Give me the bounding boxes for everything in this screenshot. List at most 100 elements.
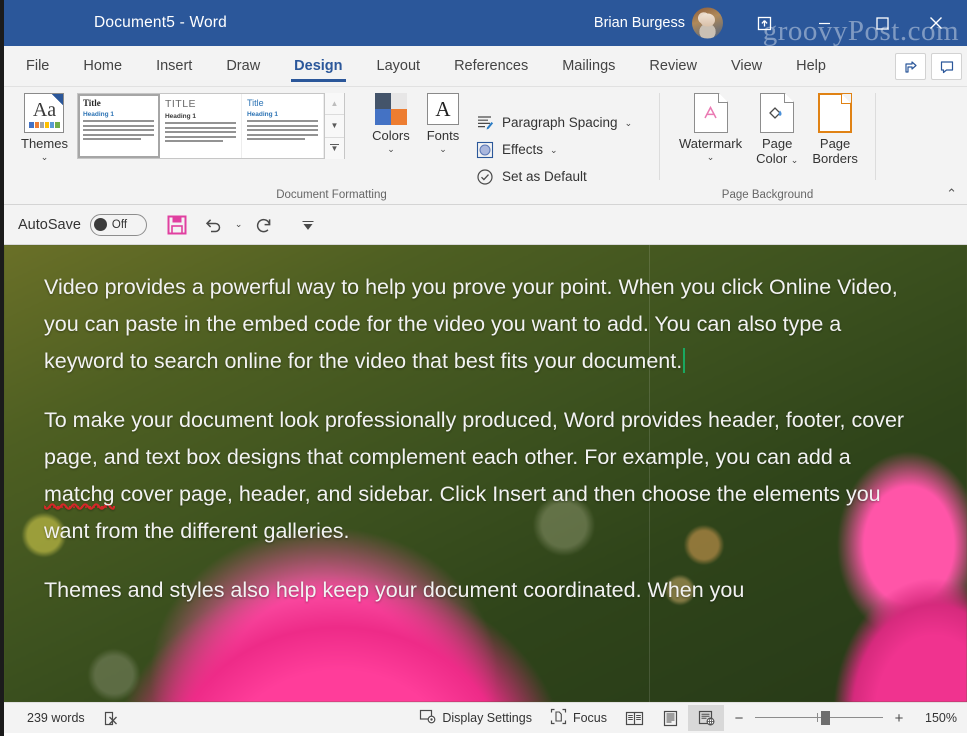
restore-up-icon[interactable] (741, 0, 787, 46)
save-icon[interactable] (161, 210, 193, 240)
set-as-default-label: Set as Default (501, 169, 587, 184)
themes-button[interactable]: Aa Themes ⌄ (14, 87, 75, 204)
zoom-slider[interactable] (755, 711, 883, 725)
chevron-down-icon[interactable]: ⌄ (439, 144, 447, 154)
chevron-down-icon[interactable]: ⌄ (707, 152, 715, 162)
group-label-page-background: Page Background (721, 189, 814, 201)
focus-label: Focus (572, 711, 607, 725)
themes-icon: Aa (24, 93, 65, 133)
autosave-toggle[interactable]: Off (89, 213, 147, 236)
quick-access-toolbar: AutoSave Off ⌄ (4, 205, 967, 245)
display-settings-label: Display Settings (442, 711, 532, 725)
undo-dropdown-chevron-down-icon[interactable]: ⌄ (233, 219, 245, 230)
gallery-scroll-arrows: ▲ ▼ ▼ (323, 93, 344, 159)
chevron-down-icon[interactable]: ⌄ (550, 145, 558, 155)
focus-button[interactable]: Focus (541, 705, 616, 731)
style-thumb-2[interactable]: TITLE Heading 1 (159, 94, 242, 158)
fonts-button[interactable]: A Fonts ⌄ (417, 87, 469, 204)
title-bar: Document5 - Word Brian Burgess groovyPos… (4, 0, 967, 47)
tab-insert[interactable]: Insert (139, 46, 209, 86)
misspelled-word[interactable]: matchg (44, 482, 115, 508)
effects-label: Effects (501, 142, 543, 157)
avatar[interactable] (692, 7, 723, 39)
text-cursor (683, 348, 686, 373)
page-color-icon (760, 93, 795, 133)
style-thumb-1[interactable]: Title Heading 1 (77, 94, 160, 158)
tab-help[interactable]: Help (779, 46, 843, 86)
style-thumb-body (246, 120, 318, 141)
theme-fonts-icon: A (426, 93, 459, 125)
page-color-label: Page (762, 136, 793, 151)
zoom-slider-handle[interactable] (821, 711, 830, 725)
fonts-glyph: A (435, 96, 451, 121)
set-as-default-button[interactable]: Set as Default (475, 167, 632, 187)
chevron-down-icon[interactable]: ⌄ (41, 152, 49, 162)
style-thumb-body (82, 120, 154, 141)
style-set-gallery: Title Heading 1 TITLE Heading 1 Title He… (76, 93, 345, 159)
display-settings-button[interactable]: Display Settings (410, 705, 541, 731)
comments-icon[interactable] (931, 53, 962, 80)
tab-draw[interactable]: Draw (209, 46, 277, 86)
tab-review[interactable]: Review (632, 46, 714, 86)
read-mode-icon[interactable] (616, 705, 652, 731)
tab-home[interactable]: Home (66, 46, 139, 86)
collapse-ribbon-button[interactable]: ⌃ (946, 186, 957, 202)
account-name[interactable]: Brian Burgess (594, 15, 685, 31)
share-icon[interactable] (895, 53, 926, 80)
print-layout-icon[interactable] (652, 705, 688, 731)
status-bar: 239 words Display Settings Focus − + 150… (4, 702, 967, 733)
display-settings-icon (419, 708, 436, 728)
chevron-down-icon[interactable]: ⌄ (387, 144, 395, 154)
watermark-button[interactable]: Watermark ⌄ (672, 87, 749, 204)
focus-mode-icon (550, 708, 567, 728)
customize-quick-access-icon[interactable] (292, 210, 324, 240)
style-thumb-title: Title (246, 98, 264, 108)
effects-button[interactable]: Effects ⌄ (475, 140, 632, 160)
page-color-button[interactable]: Page Color ⌄ (749, 87, 805, 204)
word-window: Document5 - Word Brian Burgess groovyPos… (0, 0, 967, 736)
document-body[interactable]: Video provides a powerful way to help yo… (44, 269, 906, 609)
document-canvas[interactable]: Video provides a powerful way to help yo… (4, 245, 967, 702)
chevron-down-icon[interactable]: ▼ (324, 115, 344, 138)
page-borders-button[interactable]: Page Borders (805, 87, 865, 204)
minimize-icon[interactable] (801, 0, 847, 46)
tab-references[interactable]: References (437, 46, 545, 86)
ribbon-tab-bar: File Home Insert Draw Design Layout Refe… (4, 46, 967, 87)
undo-icon[interactable] (197, 210, 229, 240)
tab-layout[interactable]: Layout (360, 46, 438, 86)
word-count[interactable]: 239 words (18, 705, 94, 731)
paragraph-1-text: Video provides a powerful way to help yo… (44, 275, 898, 373)
paragraph-spacing-label: Paragraph Spacing (501, 115, 618, 130)
tab-design[interactable]: Design (277, 46, 359, 86)
paragraph-spacing-icon (475, 113, 495, 133)
zoom-in-button[interactable]: + (892, 710, 906, 727)
paragraph-spacing-button[interactable]: Paragraph Spacing ⌄ (475, 113, 632, 133)
page-borders-label: Page (819, 136, 851, 151)
style-thumb-body (164, 122, 236, 143)
paragraph-1[interactable]: Video provides a powerful way to help yo… (44, 269, 906, 380)
zoom-out-button[interactable]: − (732, 710, 746, 727)
redo-icon[interactable] (248, 210, 280, 240)
close-icon[interactable] (913, 0, 959, 46)
zoom-level[interactable]: 150% (915, 711, 957, 725)
web-layout-icon[interactable] (688, 705, 724, 731)
colors-label: Colors (372, 128, 410, 143)
paragraph-2-text-part1: To make your document look professionall… (44, 408, 905, 469)
theme-colors-icon (374, 93, 407, 125)
tab-file[interactable]: File (4, 46, 66, 86)
style-thumb-heading: Heading 1 (164, 113, 197, 120)
tab-mailings[interactable]: Mailings (545, 46, 632, 86)
paragraph-3[interactable]: Themes and styles also help keep your do… (44, 572, 906, 609)
proofing-errors-icon[interactable] (94, 705, 129, 731)
document-title: Document5 - Word (94, 14, 227, 31)
style-thumb-3[interactable]: Title Heading 1 (241, 94, 324, 158)
chevron-up-icon[interactable]: ▲ (324, 93, 344, 116)
gallery-more-icon[interactable]: ▼ (324, 137, 344, 159)
tab-view[interactable]: View (714, 46, 779, 86)
paragraph-2[interactable]: To make your document look professionall… (44, 402, 906, 550)
colors-button[interactable]: Colors ⌄ (365, 87, 417, 204)
chevron-down-icon[interactable]: ⌄ (625, 118, 633, 128)
chevron-down-icon[interactable]: ⌄ (791, 155, 799, 165)
maximize-icon[interactable] (859, 0, 905, 46)
style-thumb-title: TITLE (164, 98, 197, 110)
